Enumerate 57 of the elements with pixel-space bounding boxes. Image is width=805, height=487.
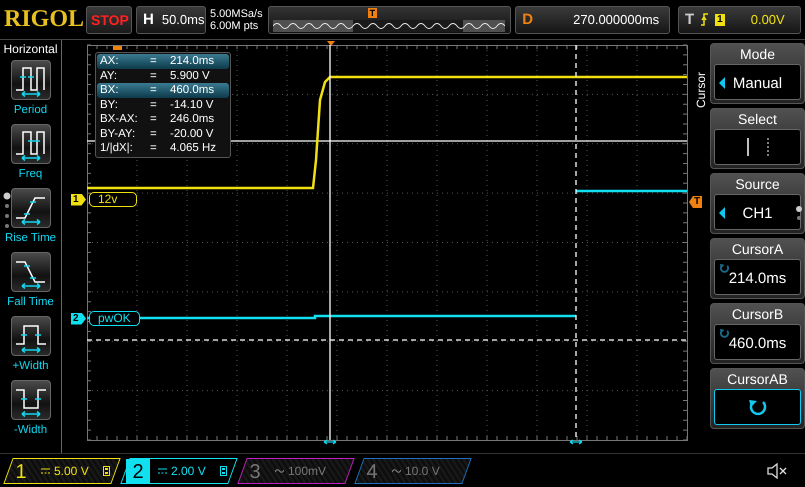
readout-row-text: 1/|dX|: = 4.065 Hz	[99, 141, 218, 156]
cursor-marker-icon	[323, 439, 337, 445]
rising-edge-icon	[700, 13, 710, 26]
rotate-icon	[719, 328, 730, 339]
softkey-label: CursorA	[732, 240, 784, 259]
softkey-label: Source	[735, 175, 780, 194]
timebase-display[interactable]: H 50.0ms	[136, 6, 206, 34]
softkey-button[interactable]: 460.0ms	[714, 324, 801, 360]
readout-row-text: BX-AX: = 246.0ms	[99, 112, 216, 126]
menu-title: Cursor	[694, 70, 708, 108]
softkey-label: Mode	[740, 45, 776, 64]
channel-tab[interactable]: 1 5.00 V	[3, 458, 121, 484]
memory-depth: 6.00M pts	[210, 20, 260, 32]
bandwidth-icon	[220, 466, 227, 476]
trigger-position-icon	[113, 46, 122, 50]
page-dots-icon	[796, 206, 802, 222]
left-arrow-icon	[719, 77, 725, 89]
sample-rate: 5.00MSa/s	[210, 8, 264, 20]
channel-marker[interactable]: 1	[71, 194, 86, 206]
softkey-button[interactable]: CH1	[714, 194, 801, 230]
run-stop-button[interactable]: STOP	[86, 6, 132, 34]
channel-tab[interactable]: 4 10.0 V	[354, 458, 472, 484]
dc-coupling-icon	[41, 468, 50, 474]
ac-coupling-icon	[392, 468, 401, 474]
softkey-label: Select	[738, 110, 777, 129]
menu-title: Horizontal	[3, 42, 58, 56]
rotate-icon	[748, 397, 768, 417]
dc-coupling-icon	[158, 468, 167, 474]
readout-row-text: BY: = -14.10 V	[99, 98, 214, 112]
ac-coupling-icon	[275, 468, 284, 474]
readout-row: AX: = 214.0ms	[97, 54, 229, 68]
left-arrow-icon	[719, 207, 725, 219]
channel-label: pwOK	[89, 311, 140, 326]
trigger-position-marker: T	[368, 8, 378, 18]
trigger-display[interactable]: T 1 0.00V	[678, 6, 801, 34]
cursor-marker-icon	[569, 439, 583, 445]
readout-row-text: AY: = 5.900 V	[99, 68, 211, 83]
softkey-button[interactable]: Manual	[714, 64, 801, 100]
page-dots-icon	[3, 192, 11, 230]
softkey-button[interactable]: 214.0ms	[714, 259, 801, 295]
bandwidth-icon	[102, 466, 110, 476]
measure-button[interactable]: Rise Time	[4, 188, 56, 252]
channel-tab[interactable]: 2 2.00 V	[120, 458, 238, 484]
speaker-muted-icon[interactable]	[767, 462, 787, 478]
channel-marker[interactable]: 2	[71, 312, 86, 324]
softkey-label: CursorAB	[727, 370, 788, 389]
channel-label: 12v	[89, 192, 137, 207]
readout-row: BX: = 460.0ms	[97, 83, 229, 98]
delay-display[interactable]: D 270.000000ms	[515, 6, 670, 34]
trigger-level-marker: T	[689, 196, 702, 208]
channel-tab[interactable]: 3 100mV	[237, 458, 355, 484]
softkey-label: CursorB	[732, 305, 784, 324]
rotate-icon	[719, 263, 730, 274]
cursor-select-icon	[744, 138, 770, 156]
softkey-button[interactable]	[714, 389, 801, 425]
brand-logo: RIGOL	[4, 6, 82, 33]
readout-row-text: BY-AY: = -20.00 V	[99, 126, 214, 141]
